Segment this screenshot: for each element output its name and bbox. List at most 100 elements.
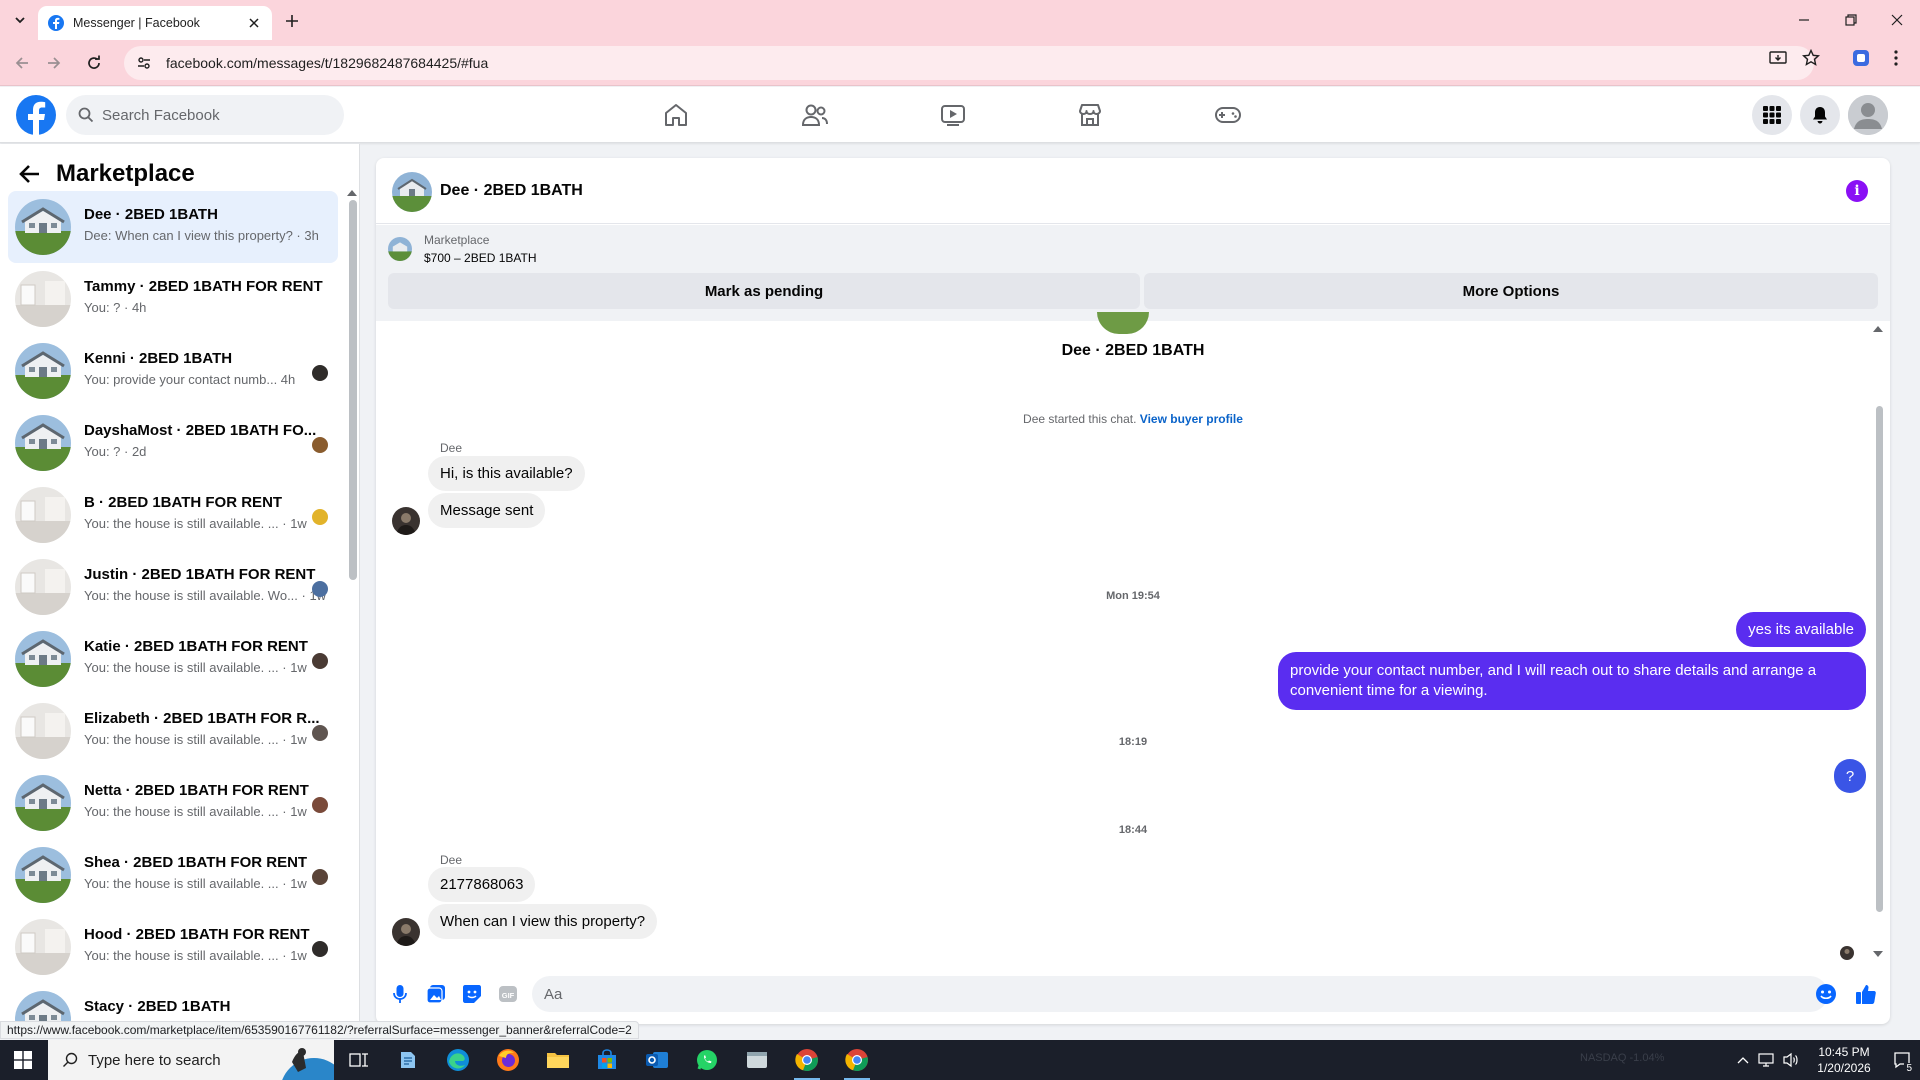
browser-menu-icon[interactable]	[1886, 48, 1906, 68]
scroll-up-arrow-icon[interactable]	[347, 190, 357, 196]
incoming-message[interactable]: When can I view this property?	[428, 904, 658, 939]
conversation-item[interactable]: Kenni · 2BED 1BATH You: provide your cont…	[8, 335, 338, 407]
chrome-profile-app-icon[interactable]	[834, 1040, 880, 1080]
file-explorer-app-icon[interactable]	[535, 1040, 581, 1080]
volume-icon[interactable]	[1781, 1050, 1801, 1070]
minimize-icon[interactable]	[1789, 8, 1819, 32]
mark-as-pending-button[interactable]: Mark as pending	[388, 273, 1140, 309]
reload-icon[interactable]	[82, 51, 106, 75]
new-tab-icon[interactable]	[280, 9, 304, 33]
windows-start-icon[interactable]	[0, 1040, 46, 1080]
sender-avatar[interactable]	[392, 507, 420, 535]
microsoft-store-app-icon[interactable]	[584, 1040, 630, 1080]
conversation-thumbnail	[15, 847, 71, 903]
seen-by-avatar	[312, 941, 328, 957]
conversation-list: Dee · 2BED 1BATH Dee: When can I view thi…	[8, 191, 338, 1024]
whatsapp-app-icon[interactable]	[684, 1040, 730, 1080]
conversation-item[interactable]: B · 2BED 1BATH FOR RENT You: the house is…	[8, 479, 338, 551]
conversation-item[interactable]: Stacy · 2BED 1BATH	[8, 983, 338, 1024]
chat-title[interactable]: Dee · 2BED 1BATH	[440, 182, 583, 200]
outgoing-message[interactable]: provide your contact number, and I will …	[1278, 652, 1866, 710]
notification-center-icon[interactable]: 5	[1884, 1040, 1920, 1080]
restore-icon[interactable]	[1836, 8, 1866, 32]
firefox-app-icon[interactable]	[485, 1040, 531, 1080]
tab-search-dropdown-icon[interactable]	[6, 8, 34, 32]
conversation-thumbnail	[15, 271, 71, 327]
conversation-item[interactable]: Elizabeth · 2BED 1BATH FOR R... You: the …	[8, 695, 338, 767]
app-window-icon[interactable]	[734, 1040, 780, 1080]
microphone-icon[interactable]	[388, 982, 412, 1006]
outgoing-message[interactable]: ?	[1834, 759, 1866, 793]
chat-header: Dee · 2BED 1BATH i	[376, 158, 1890, 224]
conversation-item[interactable]: Justin · 2BED 1BATH FOR RENT You: the hou…	[8, 551, 338, 623]
gif-icon[interactable]: GIF	[496, 982, 520, 1006]
facebook-logo-icon[interactable]	[16, 95, 56, 135]
back-arrow-icon[interactable]	[10, 51, 34, 75]
banner-label: Marketplace	[424, 233, 490, 247]
edge-app-icon[interactable]	[435, 1040, 481, 1080]
search-icon	[62, 1052, 78, 1068]
site-info-icon[interactable]	[134, 53, 154, 73]
conversation-item[interactable]: Shea · 2BED 1BATH FOR RENT You: the house…	[8, 839, 338, 911]
thumbs-up-icon[interactable]	[1854, 982, 1878, 1006]
nav-marketplace-icon[interactable]	[1034, 91, 1146, 139]
conversation-thumbnail	[15, 343, 71, 399]
tab-close-icon[interactable]	[246, 15, 262, 31]
nav-home-icon[interactable]	[620, 91, 732, 139]
forward-arrow-icon[interactable]	[42, 51, 66, 75]
more-options-button[interactable]: More Options	[1144, 273, 1878, 309]
nav-gaming-icon[interactable]	[1172, 91, 1284, 139]
marketplace-banner[interactable]: Marketplace $700 – 2BED 1BATH Mark as pe…	[376, 225, 1890, 321]
search-input[interactable]	[102, 106, 322, 124]
sender-avatar[interactable]	[392, 918, 420, 946]
conversation-item[interactable]: Hood · 2BED 1BATH FOR RENT You: the house…	[8, 911, 338, 983]
address-bar[interactable]: facebook.com/messages/t/1829682487684425…	[124, 46, 1814, 80]
sidebar-scrollbar[interactable]	[349, 200, 357, 580]
notifications-bell-icon[interactable]	[1800, 95, 1840, 135]
chat-scroll-up-icon[interactable]	[1873, 326, 1883, 332]
message-input[interactable]	[544, 985, 1764, 1003]
menu-grid-icon[interactable]	[1752, 95, 1792, 135]
nav-video-icon[interactable]	[897, 91, 1009, 139]
conversation-preview: You: the house is still available. ... ·…	[84, 804, 307, 819]
nav-friends-icon[interactable]	[759, 91, 871, 139]
info-icon[interactable]: i	[1846, 180, 1868, 202]
bookmark-star-icon[interactable]	[1801, 48, 1821, 68]
photo-icon[interactable]	[424, 982, 448, 1006]
conversation-name: Justin · 2BED 1BATH FOR RENT	[84, 566, 316, 583]
conversation-thumbnail	[15, 487, 71, 543]
incoming-message[interactable]: 2177868063	[428, 867, 536, 902]
chevron-up-icon[interactable]	[1733, 1050, 1753, 1070]
task-view-icon[interactable]	[336, 1040, 382, 1080]
extension-icon[interactable]	[1851, 48, 1871, 68]
notepad-app-icon[interactable]	[385, 1040, 431, 1080]
system-clock[interactable]: 10:45 PM 1/20/2026	[1806, 1044, 1882, 1076]
back-arrow-icon[interactable]	[16, 160, 44, 188]
stock-ticker[interactable]: NASDAQ -1.04%	[1580, 1052, 1664, 1064]
compose-box[interactable]	[532, 976, 1828, 1012]
incoming-message[interactable]: Message sent	[428, 493, 546, 528]
chat-avatar[interactable]	[392, 172, 432, 212]
chat-scrollbar[interactable]	[1876, 406, 1883, 912]
incoming-message[interactable]: Hi, is this available?	[428, 456, 585, 491]
facebook-search[interactable]	[66, 95, 344, 135]
outlook-app-icon[interactable]	[634, 1040, 680, 1080]
conversation-item[interactable]: Netta · 2BED 1BATH FOR RENT You: the hous…	[8, 767, 338, 839]
conversation-item[interactable]: Katie · 2BED 1BATH FOR RENT You: the hous…	[8, 623, 338, 695]
chrome-app-icon[interactable]	[784, 1040, 830, 1080]
network-icon[interactable]	[1757, 1050, 1777, 1070]
taskbar-search[interactable]	[48, 1040, 334, 1080]
browser-tab[interactable]: Messenger | Facebook	[38, 6, 272, 40]
profile-avatar[interactable]	[1848, 95, 1888, 135]
outgoing-message[interactable]: yes its available	[1736, 612, 1866, 647]
view-buyer-profile-link[interactable]: View buyer profile	[1140, 412, 1243, 426]
chat-scroll-down-icon[interactable]	[1873, 951, 1883, 957]
conversation-item[interactable]: DayshaMost · 2BED 1BATH FO... You: ? · 2d	[8, 407, 338, 479]
window-close-icon[interactable]	[1882, 8, 1912, 32]
emoji-icon[interactable]	[1814, 982, 1838, 1006]
conversation-item[interactable]: Tammy · 2BED 1BATH FOR RENT You: ? · 4h	[8, 263, 338, 335]
conversation-item[interactable]: Dee · 2BED 1BATH Dee: When can I view thi…	[8, 191, 338, 263]
sticker-icon[interactable]	[460, 982, 484, 1006]
conversation-name: B · 2BED 1BATH FOR RENT	[84, 494, 283, 511]
install-app-icon[interactable]	[1768, 48, 1788, 68]
